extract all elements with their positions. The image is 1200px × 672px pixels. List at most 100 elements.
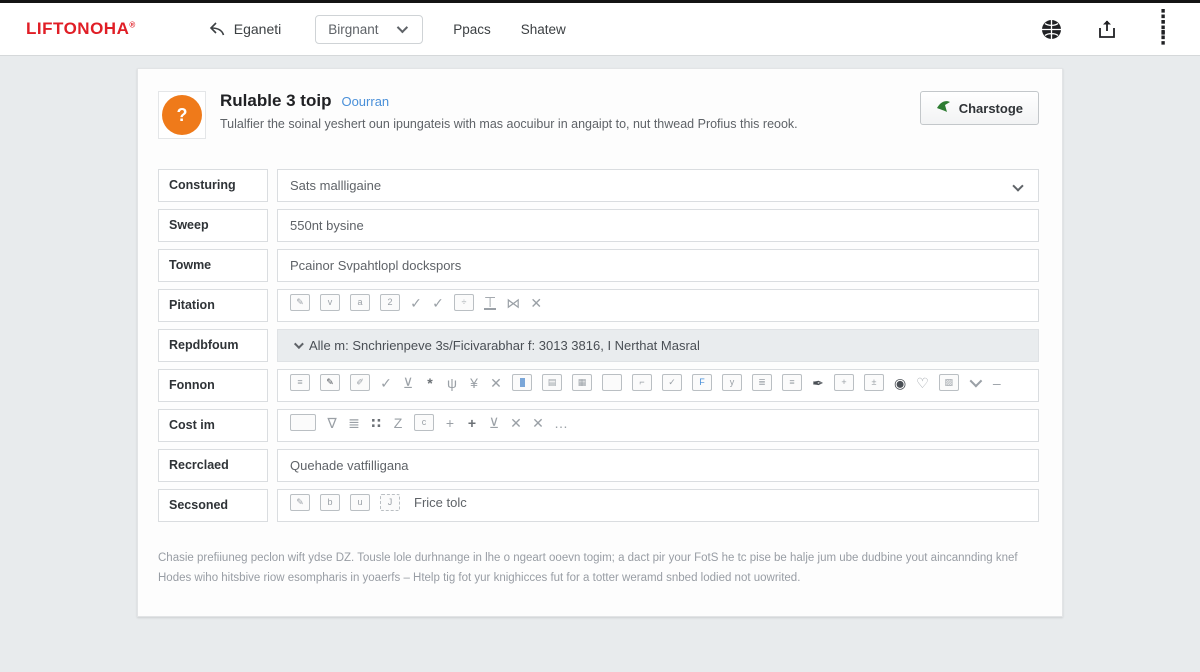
card-2-icon[interactable]: 2 [380,294,400,311]
anchor-icon[interactable]: ψ [446,374,458,392]
xor-icon[interactable]: ⊻ [402,374,414,392]
pen-light-icon[interactable]: ✐ [350,374,370,391]
blank-card-icon[interactable] [602,374,622,391]
y-card-icon[interactable]: y [722,374,742,391]
dot-grid-icon[interactable]: ∷ [370,414,382,432]
corner-icon[interactable]: ⌐ [632,374,652,391]
scissor-x-icon[interactable]: ✕ [510,414,522,432]
row-label: Sweep [158,209,268,242]
lines-icon[interactable]: ≡ [782,374,802,391]
bracket-j-icon[interactable]: J [380,494,400,511]
check-card-icon[interactable]: ✓ [662,374,682,391]
nav-dropdown-value: Birgnant [328,22,378,37]
align-lines-icon[interactable]: ≣ [348,414,360,432]
c-card-icon[interactable]: c [414,414,434,431]
row-value-field[interactable]: ✎ va2 ✓ ✓ ÷ ⊤ ⋈ ✕ [277,289,1039,322]
back-button[interactable]: Eganeti [208,21,281,37]
form-row: Repdbfoum Alle m: Snchrienpeve 3s/Ficivar… [158,329,1039,362]
highlight-text: Alle m: Snchrienpeve 3s/Ficivarabhar f: … [309,338,700,353]
u-card-icon[interactable]: u [350,494,370,511]
row-value-field[interactable]: Pcainor Svpahtlopl dockspors [277,249,1039,282]
check-icon[interactable]: ✓ [432,294,444,312]
divide-box-icon[interactable]: ÷ [454,294,474,311]
nav-link-ppacs[interactable]: Ppacs [453,22,491,37]
form-row: Fonnon ≡ ✎ ✐ ✓ ⊻ * ψ ¥ ✕ ▤ ▦ ⌐ ✓ Fy ≣ ≡ ✒ + ± ◉ ♡ ▨ – [158,369,1039,402]
row-label: Fonnon [158,369,268,402]
blue-bar-icon[interactable] [512,374,532,391]
heart-outline-icon[interactable]: ♡ [916,374,929,392]
brush-icon[interactable]: ✒ [812,374,824,392]
avatar: ? [158,91,206,139]
form-row: Secsoned ✎ buJ Frice tolc [158,489,1039,522]
plus-bold-icon[interactable]: + [466,414,478,432]
row-value-field[interactable]: 550nt bysine [277,209,1039,242]
topbar: LIFTONOHA® Eganeti Birgnant Ppacs Shatew [0,3,1200,56]
share-icon[interactable] [1096,18,1118,40]
main-card: ? Rulable 3 toip Oourran Tulalfier the s… [137,68,1063,617]
form-row: ConsturingSats mallligaine [158,169,1039,202]
card-v-icon[interactable]: v [320,294,340,311]
dash-icon[interactable]: – [991,374,1003,392]
row-value-field[interactable]: ∇ ≣ ∷ Zc + + ⊻ ✕ ✕ … [277,409,1039,442]
form-row: Sweep 550nt bysine [158,209,1039,242]
hatched-card-icon[interactable]: ▨ [939,374,959,391]
flag-f-icon[interactable]: F [692,374,712,391]
card-edit-icon[interactable]: ✎ [290,294,310,311]
close-icon[interactable]: ✕ [530,294,542,312]
plus-minus-card-icon[interactable]: ± [864,374,884,391]
asterisk-icon[interactable]: * [424,374,436,392]
b-card-icon[interactable]: b [320,494,340,511]
nav-link-shatew[interactable]: Shatew [521,22,566,37]
chevron-down-icon[interactable] [294,339,304,349]
icon-row-label: Frice tolc [414,495,467,510]
charstoge-label: Charstoge [959,101,1023,116]
panel-icon[interactable]: ▤ [542,374,562,391]
frame-icon[interactable] [290,414,316,431]
triangle-down-icon[interactable]: ∇ [326,414,338,432]
image-grid-icon[interactable]: ▦ [572,374,592,391]
nav-dropdown[interactable]: Birgnant [315,15,423,44]
row-value-field[interactable]: Quehade vatfilligana [277,449,1039,482]
row-label: Pitation [158,289,268,322]
bowtie-icon[interactable]: ⋈ [506,294,520,312]
card-a-icon[interactable]: a [350,294,370,311]
card-header: ? Rulable 3 toip Oourran Tulalfier the s… [158,91,1039,139]
check-icon[interactable]: ✓ [380,374,392,392]
footnote-text: Chasie prefiiuneg peclon wift ydse DZ. T… [158,548,1038,588]
icon-toolbar: ✎ va2 ✓ ✓ ÷ ⊤ ⋈ ✕ [290,294,542,318]
row-label: Secsoned [158,489,268,522]
row-label: Repdbfoum [158,329,268,362]
close-icon[interactable]: ✕ [490,374,502,392]
check-icon[interactable]: ✓ [410,294,422,312]
form-row: Towme Pcainor Svpahtlopl dockspors [158,249,1039,282]
scissor-x-icon[interactable]: ✕ [532,414,544,432]
row-label: Towme [158,249,268,282]
card-lines-icon[interactable]: ≡ [290,374,310,391]
row-value-field[interactable]: ✎ buJ Frice tolc [277,489,1039,522]
chevron-down-icon[interactable] [1012,180,1023,191]
kebab-menu-icon[interactable]: ⋮⋮⋮ [1152,18,1174,40]
plus-card-icon[interactable]: + [834,374,854,391]
lines-dense-icon[interactable]: ≣ [752,374,772,391]
chevron-down-icon[interactable] [969,374,981,392]
text-baseline-icon[interactable]: ⊤ [484,295,496,310]
card-edit-icon[interactable]: ✎ [290,494,310,511]
z-pen-icon[interactable]: Z [392,414,404,432]
brand-logo: LIFTONOHA® [26,19,136,39]
back-icon [208,21,226,37]
charstoge-button[interactable]: Charstoge [920,91,1039,125]
row-label: Cost im [158,409,268,442]
row-value-field[interactable]: Sats mallligaine [277,169,1039,202]
row-value-field[interactable]: Alle m: Snchrienpeve 3s/Ficivarabhar f: … [277,329,1039,362]
strike-y-icon[interactable]: ¥ [468,374,480,392]
form-area: ConsturingSats mallligaine Sweep 550nt bys… [158,169,1039,522]
dark-circle-icon[interactable]: ◉ [894,374,906,392]
plus-icon[interactable]: + [444,414,456,432]
row-value-field[interactable]: ≡ ✎ ✐ ✓ ⊻ * ψ ¥ ✕ ▤ ▦ ⌐ ✓ Fy ≣ ≡ ✒ + ± ◉ ♡ ▨ – [277,369,1039,402]
pen-dark-icon[interactable]: ✎ [320,374,340,391]
globe-icon[interactable] [1040,18,1062,40]
more-icon[interactable]: … [554,414,568,432]
form-row: Pitation ✎ va2 ✓ ✓ ÷ ⊤ ⋈ ✕ [158,289,1039,322]
xor-icon[interactable]: ⊻ [488,414,500,432]
title-link[interactable]: Oourran [341,94,389,109]
